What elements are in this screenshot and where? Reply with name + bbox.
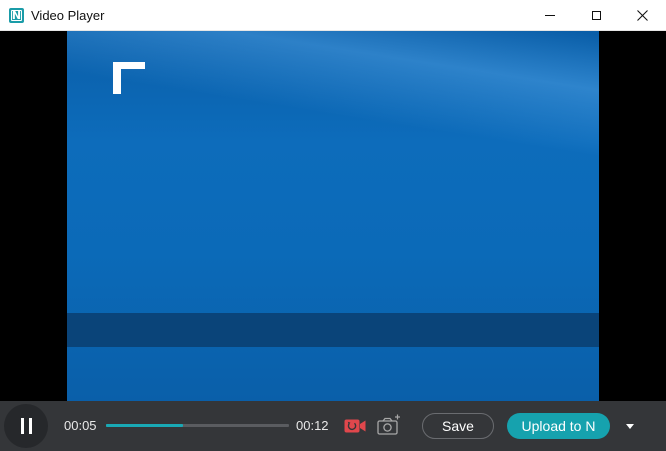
total-time: 00:12 — [296, 418, 329, 433]
pause-button[interactable] — [4, 404, 48, 448]
corner-bracket-icon — [113, 62, 145, 94]
maximize-icon — [591, 11, 601, 20]
app-logo-icon: N — [9, 8, 24, 23]
save-button[interactable]: Save — [422, 413, 494, 439]
minimize-button[interactable] — [527, 0, 573, 31]
video-frame — [67, 31, 599, 401]
upload-button[interactable]: Upload to N — [507, 413, 610, 439]
pause-icon — [20, 418, 24, 434]
upload-options-dropdown[interactable] — [622, 418, 638, 434]
video-player-window: N Video Player 00:05 00:12 Save Upload t… — [0, 0, 666, 451]
snapshot-button[interactable] — [377, 414, 401, 436]
chevron-down-icon — [626, 423, 634, 429]
close-button[interactable] — [619, 0, 665, 31]
close-icon — [636, 10, 648, 21]
seek-bar-progress — [106, 424, 183, 427]
video-viewport[interactable] — [0, 31, 666, 401]
seek-bar[interactable] — [106, 424, 289, 427]
control-bar: 00:05 00:12 Save Upload to N — [0, 401, 666, 451]
maximize-button[interactable] — [573, 0, 619, 31]
record-button[interactable] — [344, 418, 366, 434]
minimize-icon — [545, 15, 555, 16]
current-time: 00:05 — [64, 418, 97, 433]
title-bar: N Video Player — [0, 0, 666, 31]
window-title: Video Player — [31, 8, 105, 23]
camera-icon — [377, 414, 400, 435]
record-video-icon — [344, 419, 366, 433]
